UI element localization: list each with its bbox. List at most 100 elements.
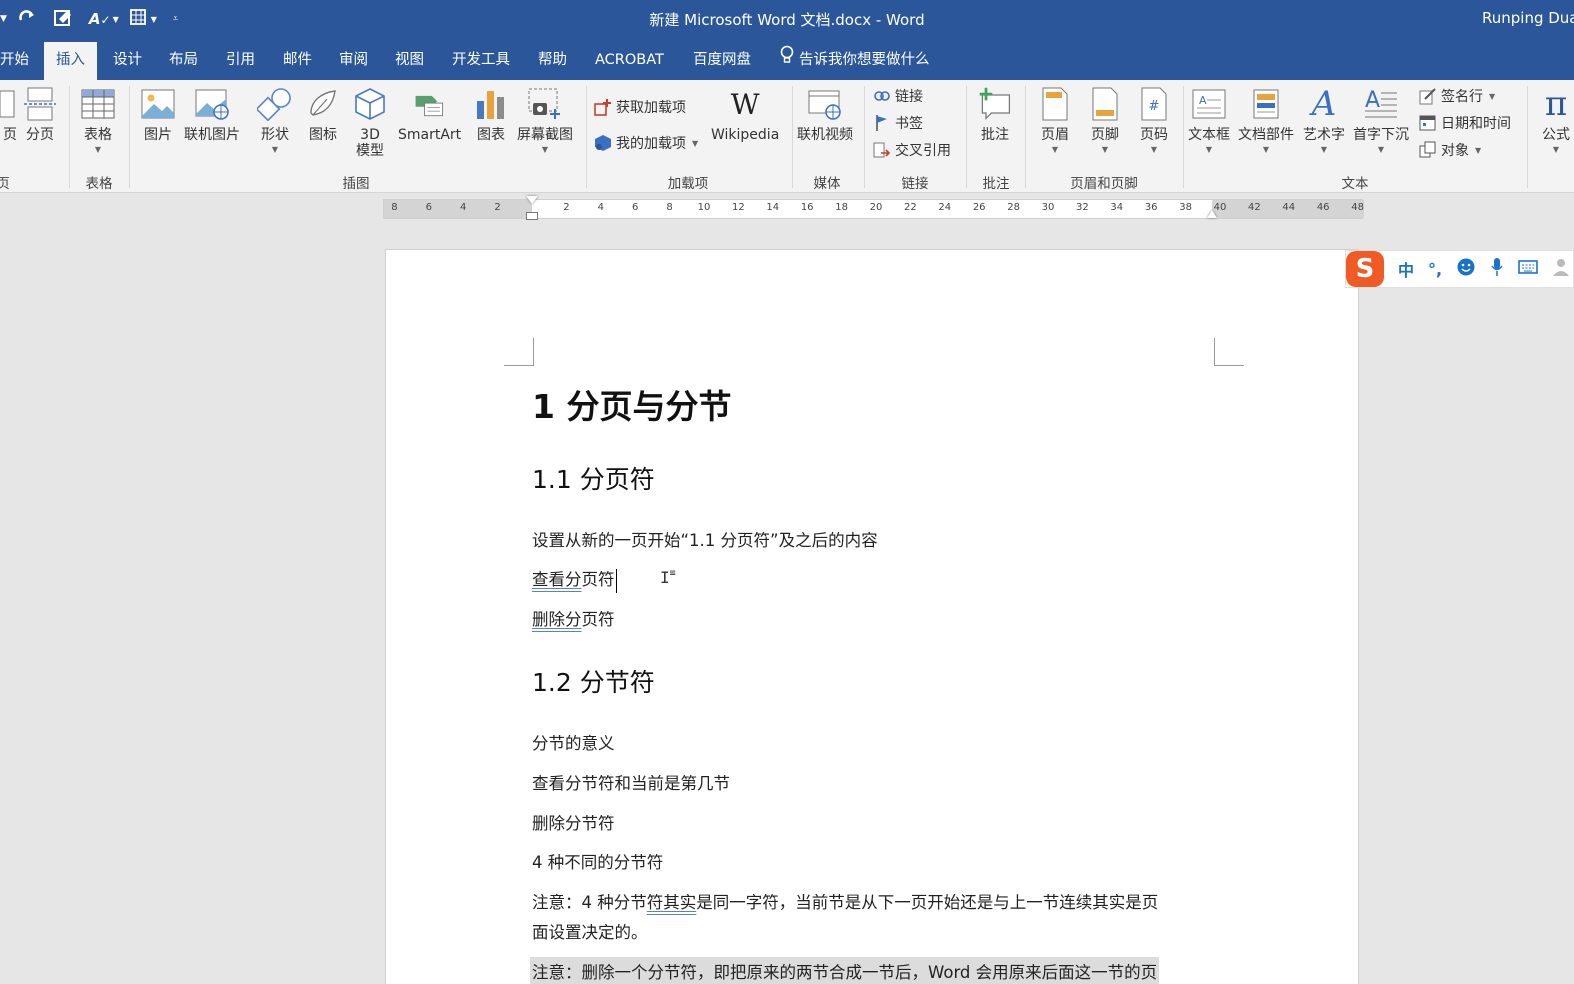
emoji-icon[interactable]	[1456, 257, 1476, 281]
svg-text:A: A	[1199, 94, 1207, 107]
ime-mode-toggle[interactable]: 中	[1398, 257, 1414, 281]
tab-references[interactable]: 引用	[226, 46, 255, 80]
smartart-button[interactable]: SmartArt	[398, 84, 461, 143]
get-addins-button[interactable]: 获取加载项	[593, 96, 686, 118]
user-skin-icon[interactable]	[1552, 257, 1572, 281]
page-number-icon: #	[1136, 84, 1172, 124]
store-icon	[593, 97, 613, 117]
tab-view[interactable]: 视图	[395, 46, 424, 80]
paragraph-2[interactable]: 查看分页符	[532, 566, 617, 593]
svg-text:#: #	[1149, 99, 1160, 114]
textbox-button[interactable]: A 文本框 ▼	[1188, 84, 1230, 155]
microphone-icon[interactable]	[1490, 257, 1504, 281]
signature-icon	[1418, 86, 1438, 106]
picture-button[interactable]: 图片	[140, 84, 176, 143]
tab-review[interactable]: 审阅	[339, 46, 368, 80]
ribbon-tabs: 开始 插入 设计 布局 引用 邮件 审阅 视图 开发工具 帮助 ACROBAT …	[0, 38, 1574, 80]
tell-me-box[interactable]: 告诉我你想要做什么	[779, 45, 930, 74]
document-page[interactable]: 1 分页与分节 1.1 分页符 设置从新的一页开始“1.1 分页符”及之后的内容…	[385, 249, 1359, 984]
icons-button[interactable]: 图标	[305, 84, 341, 143]
online-picture-button[interactable]: 联机图片	[184, 84, 240, 143]
tab-insert[interactable]: 插入	[44, 42, 97, 80]
drop-cap-dropdown-icon: ▼	[1377, 145, 1385, 154]
tab-layout[interactable]: 布局	[169, 46, 198, 80]
online-picture-icon	[194, 84, 230, 124]
group-comments-label: 批注	[982, 176, 1010, 192]
horizontal-ruler[interactable]: 8 6 4 2 2 4 6 8 10 12 14 16 18 20 22 24 26 28 30 32 34 36 38 40…	[383, 196, 1364, 220]
cross-reference-button[interactable]: 交叉引用	[872, 139, 951, 161]
first-line-indent-handle[interactable]	[526, 196, 538, 204]
date-time-button[interactable]: 日期和时间	[1418, 112, 1511, 134]
quick-parts-button[interactable]: 文档部件 ▼	[1238, 84, 1294, 155]
paragraph-6[interactable]: 删除分节符	[532, 810, 615, 834]
online-video-button[interactable]: 联机视频	[797, 84, 853, 143]
quick-parts-dropdown-icon: ▼	[1262, 145, 1270, 154]
paragraph-4[interactable]: 分节的意义	[532, 730, 615, 754]
crop-mark-top-left	[504, 338, 534, 366]
heading-1[interactable]: 1 分页与分节	[532, 380, 731, 428]
right-indent-handle[interactable]	[1207, 210, 1217, 218]
tab-developer[interactable]: 开发工具	[452, 46, 510, 80]
user-name[interactable]: Runping Duan	[1482, 9, 1574, 27]
paragraph-9[interactable]: 注意：删除一个分节符，即把原来的两节合成一节后，Word 会用原来后面这一节的页	[530, 957, 1160, 984]
ime-toolbar[interactable]: S 中 °,	[1345, 250, 1574, 288]
wordart-icon: A	[1311, 84, 1337, 124]
table-button[interactable]: 表格 ▼	[80, 84, 116, 155]
paragraph-5[interactable]: 查看分节符和当前是第几节	[532, 770, 730, 794]
wikipedia-button[interactable]: W Wikipedia	[711, 84, 779, 144]
group-table-label: 表格	[85, 176, 113, 192]
heading-1-2[interactable]: 1.2 分节符	[532, 663, 655, 699]
equation-dropdown-icon: ▼	[1552, 145, 1560, 154]
wordart-button[interactable]: A 艺术字 ▼	[1303, 84, 1345, 155]
ruler-tick-label: 6	[632, 202, 639, 213]
cube-icon	[352, 84, 388, 124]
bookmark-icon	[872, 113, 892, 133]
header-button[interactable]: 页眉 ▼	[1037, 84, 1073, 155]
tab-mailings[interactable]: 邮件	[283, 46, 312, 80]
ruler-tick-label: 30	[1041, 202, 1055, 213]
shapes-button[interactable]: 形状 ▼	[257, 84, 293, 155]
paragraph-8[interactable]: 注意：4 种分节符其实是同一字符，当前节是从下一页开始还是与上一节连续其实是页	[532, 889, 1158, 913]
drop-cap-button[interactable]: A 首字下沉 ▼	[1353, 84, 1409, 155]
page-number-button[interactable]: # 页码 ▼	[1136, 84, 1172, 155]
tab-home[interactable]: 开始	[0, 46, 29, 80]
keyboard-icon[interactable]	[1518, 259, 1538, 279]
text-cursor	[615, 568, 617, 593]
left-indent-handle[interactable]	[526, 212, 538, 220]
signature-line-button[interactable]: 签名行 ▼	[1418, 85, 1495, 107]
paragraph-1[interactable]: 设置从新的一页开始“1.1 分页符”及之后的内容	[532, 527, 878, 551]
object-dropdown-icon: ▼	[1475, 145, 1482, 155]
pi-icon: π	[1544, 84, 1568, 124]
tab-help[interactable]: 帮助	[538, 46, 567, 80]
paragraph-7[interactable]: 4 种不同的分节符	[532, 849, 663, 873]
svg-text:A: A	[1365, 88, 1380, 113]
tab-baidu[interactable]: 百度网盘	[693, 46, 751, 80]
drop-cap-icon: A	[1363, 84, 1399, 124]
ruler-tick-label: 44	[1282, 202, 1296, 213]
3d-model-button[interactable]: 3D 模型	[352, 84, 388, 159]
ruler-tick-label: 18	[835, 202, 848, 213]
chart-button[interactable]: 图表	[473, 84, 509, 143]
equation-button[interactable]: π 公式 ▼	[1538, 84, 1574, 155]
comment-button[interactable]: 批注	[977, 84, 1013, 143]
tab-design[interactable]: 设计	[113, 46, 142, 80]
crop-mark-top-right	[1214, 338, 1244, 366]
link-button[interactable]: 链接	[872, 85, 923, 107]
heading-1-1[interactable]: 1.1 分页符	[532, 460, 655, 496]
page-break-button[interactable]: 分页	[22, 84, 58, 143]
paragraph-3[interactable]: 删除分页符	[532, 606, 615, 630]
paragraph-8-cont[interactable]: 面设置决定的。	[532, 919, 648, 943]
ime-punctuation-toggle[interactable]: °,	[1428, 260, 1442, 279]
footer-button[interactable]: 页脚 ▼	[1087, 84, 1123, 155]
my-addins-button[interactable]: 我的加载项 ▼	[593, 132, 698, 154]
ruler-tick-label: 24	[938, 202, 952, 213]
bookmark-button[interactable]: 书签	[872, 112, 923, 134]
title-bar: ▼ A✓ ▼ ▼ ⩡ 新建 Microsoft Word 文档.docx - W…	[0, 0, 1574, 38]
ruler-tick-label: 8	[666, 202, 673, 213]
tab-acrobat[interactable]: ACROBAT	[595, 46, 664, 80]
signature-dropdown-icon: ▼	[1489, 91, 1496, 101]
screenshot-button[interactable]: 屏幕截图 ▼	[517, 84, 573, 155]
sogou-logo-icon[interactable]: S	[1346, 251, 1384, 287]
ibeam-cursor-icon: I≡	[660, 568, 676, 587]
object-button[interactable]: 对象 ▼	[1418, 139, 1481, 161]
